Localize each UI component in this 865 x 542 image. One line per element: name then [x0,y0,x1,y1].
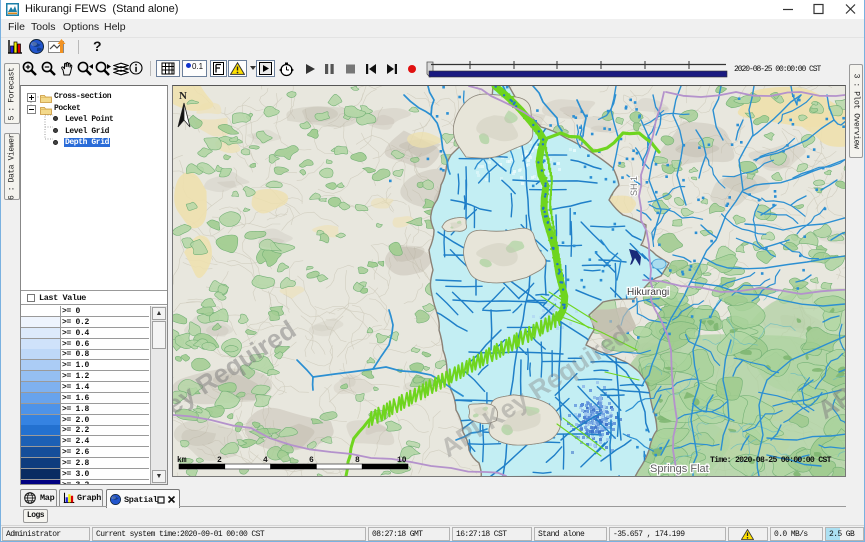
svg-text:4: 4 [263,456,268,465]
svg-text:SH 1: SH 1 [629,176,639,196]
svg-text:6: 6 [309,456,314,465]
svg-text:2: 2 [217,456,222,465]
svg-text:10: 10 [397,456,407,465]
svg-text:Time: 2020-08-25 00:00:00 CST: Time: 2020-08-25 00:00:00 CST [710,455,832,465]
svg-text:N: N [179,90,187,102]
svg-text:8: 8 [355,456,360,465]
svg-text:Hikurangi: Hikurangi [627,287,669,298]
svg-text:Springs Flat: Springs Flat [650,463,709,475]
svg-text:km: km [177,456,187,465]
